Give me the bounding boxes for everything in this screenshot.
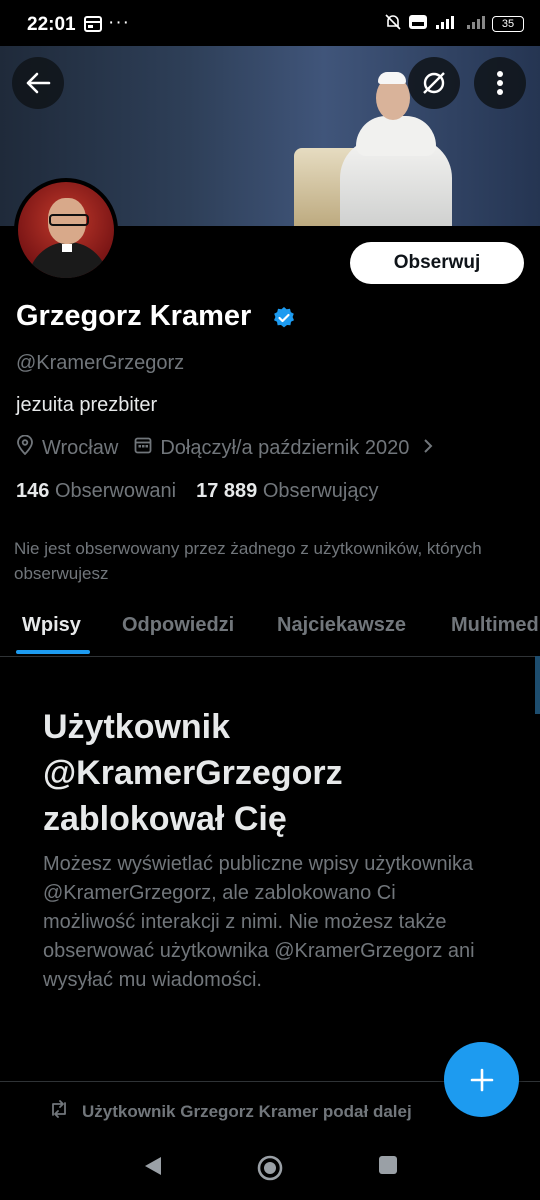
followed-by-note: Nie jest obserwowany przez żadnego z uży… <box>14 539 482 583</box>
blocked-body: Możesz wyświetlać publiczne wpisy użytko… <box>43 853 475 991</box>
profile-name: Grzegorz Kramer <box>16 300 252 332</box>
active-tab-indicator <box>16 650 90 654</box>
profile-handle: @KramerGrzegorz <box>16 352 185 374</box>
followers-link[interactable]: 17 889 Obserwujący <box>196 480 378 503</box>
avatar-collar <box>62 244 72 252</box>
more-notifications-indicator: ··· <box>108 12 130 33</box>
followers-count: 17 889 <box>196 480 258 502</box>
banner-figure-cap <box>378 72 406 84</box>
mute-icon <box>384 13 402 34</box>
banner-figure-shoulders <box>356 116 436 156</box>
tab-media[interactable]: Multimedia <box>451 614 540 637</box>
avatar[interactable] <box>14 178 118 282</box>
more-options-button[interactable] <box>474 57 526 109</box>
profile-bio: jezuita prezbiter <box>16 394 158 416</box>
blocked-title: Użytkownik @KramerGrzegorz zablokował Ci… <box>43 708 343 838</box>
repost-indicator: Użytkownik Grzegorz Kramer podał dalej <box>48 1100 412 1123</box>
chevron-right-icon <box>423 437 433 460</box>
plus-icon <box>470 1068 493 1091</box>
signal-weak-icon <box>466 14 486 33</box>
follow-counts: 146 Obserwowani 17 889 Obserwujący <box>16 480 378 503</box>
following-label: Obserwowani <box>54 480 177 502</box>
profile-joined: Dołączył/a październik 2020 <box>160 436 410 459</box>
arrow-left-icon <box>26 72 51 94</box>
repost-icon <box>48 1100 70 1123</box>
signal-5g-icon <box>434 14 460 33</box>
compose-button[interactable] <box>444 1042 519 1117</box>
system-navigation-bar <box>0 1136 540 1200</box>
nav-back-icon[interactable] <box>142 1154 164 1183</box>
followers-label: Obserwujący <box>262 480 379 502</box>
tab-highlights[interactable]: Najciekawsze <box>277 614 406 637</box>
verified-badge-icon[interactable] <box>272 306 296 335</box>
nav-home-icon[interactable] <box>256 1154 284 1187</box>
calendar-icon <box>134 436 152 460</box>
notification-icon <box>84 16 102 37</box>
profile-tabs: Wpisy Odpowiedzi Najciekawsze Multimedia <box>0 600 540 657</box>
battery-icon: 35 <box>492 15 524 32</box>
tab-posts[interactable]: Wpisy <box>22 614 81 637</box>
grok-icon <box>423 72 445 94</box>
avatar-glasses <box>49 214 89 226</box>
following-count: 146 <box>16 480 50 502</box>
status-time: 22:01 <box>27 14 76 35</box>
location-icon <box>16 434 34 461</box>
profile-location: Wrocław <box>42 436 119 459</box>
grok-button[interactable] <box>408 57 460 109</box>
following-link[interactable]: 146 Obserwowani <box>16 480 176 503</box>
back-button[interactable] <box>12 57 64 109</box>
nav-recents-icon[interactable] <box>377 1154 399 1181</box>
repost-label: Użytkownik Grzegorz Kramer podał dalej <box>82 1101 412 1121</box>
scrollbar[interactable] <box>535 656 540 714</box>
follow-button[interactable]: Obserwuj <box>350 242 524 284</box>
volte-icon <box>408 14 428 33</box>
status-bar: 22:01 ··· 35 <box>0 0 540 50</box>
tab-replies[interactable]: Odpowiedzi <box>122 614 234 637</box>
kebab-menu-icon <box>497 71 503 95</box>
status-icons: 35 <box>384 13 524 34</box>
profile-meta[interactable]: Wrocław Dołączył/a październik 2020 <box>16 434 433 461</box>
